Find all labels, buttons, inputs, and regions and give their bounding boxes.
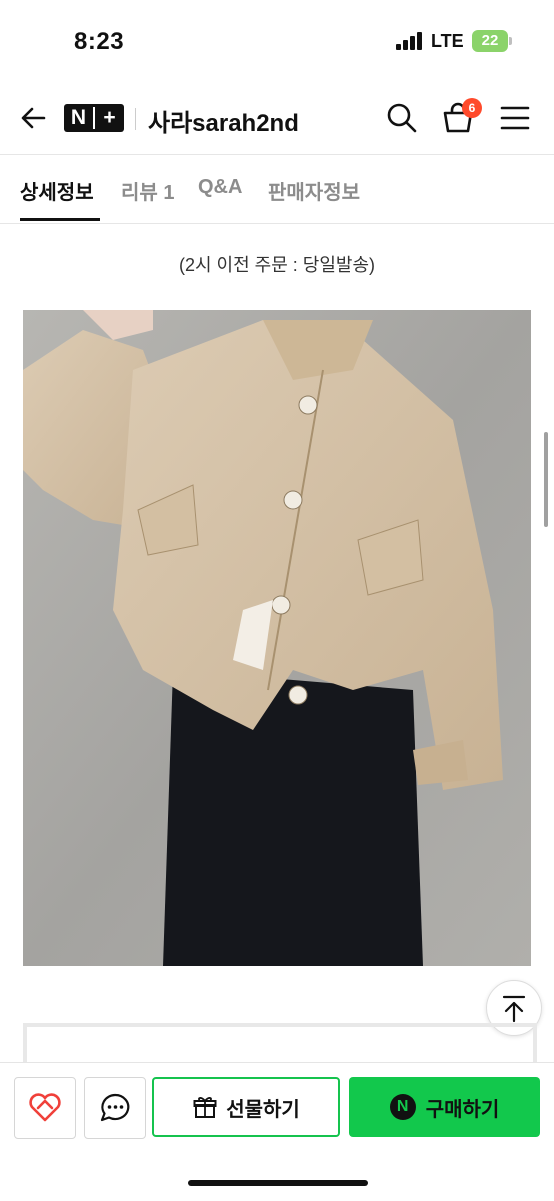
gift-label: 선물하기	[226, 1098, 300, 1121]
active-tab-indicator	[20, 218, 100, 221]
buy-label: 구매하기	[425, 1098, 500, 1121]
cart-count-badge: 6	[462, 98, 482, 118]
shop-name-link[interactable]: 사라sarah2nd	[148, 103, 299, 138]
naver-plus-logo[interactable]: N +	[64, 104, 124, 132]
buy-button[interactable]: N 구매하기	[349, 1077, 540, 1137]
chat-bubble-icon	[100, 1093, 130, 1122]
chat-button[interactable]	[84, 1077, 146, 1139]
status-bar: 8:23 LTE 22	[0, 0, 554, 80]
tab-seller-info[interactable]: 판매자정보	[268, 176, 360, 205]
wishlist-button[interactable]	[14, 1077, 76, 1139]
logo-n: N	[70, 106, 87, 129]
tab-qna[interactable]: Q&A	[198, 176, 242, 199]
product-photo	[23, 310, 531, 966]
naver-n-icon: N	[389, 1094, 416, 1120]
battery-tip	[509, 37, 512, 45]
search-icon[interactable]	[384, 100, 420, 136]
detail-tabs: 상세정보 리뷰 1 Q&A 판매자정보	[0, 176, 554, 224]
network-label: LTE	[431, 31, 464, 51]
gift-icon	[193, 1097, 217, 1118]
header-divider-line	[0, 154, 554, 155]
tabs-divider-line	[0, 223, 554, 224]
tab-details[interactable]: 상세정보	[20, 176, 94, 205]
signal-icon	[396, 32, 424, 50]
top-header: N + 사라sarah2nd 6	[0, 88, 554, 150]
menu-icon[interactable]	[497, 100, 533, 136]
home-indicator	[188, 1180, 368, 1186]
logo-plus: +	[103, 106, 116, 129]
tab-reviews[interactable]: 리뷰 1	[121, 176, 174, 205]
gift-button[interactable]: 선물하기	[152, 1077, 340, 1137]
status-time: 8:23	[74, 28, 125, 55]
scrollbar[interactable]	[544, 432, 548, 527]
header-divider	[135, 108, 136, 130]
shipping-notice: (2시 이전 주문 : 당일발송)	[178, 255, 376, 275]
battery-icon: 22	[472, 30, 508, 52]
heart-icon	[29, 1093, 61, 1122]
back-arrow-icon[interactable]	[18, 102, 50, 134]
